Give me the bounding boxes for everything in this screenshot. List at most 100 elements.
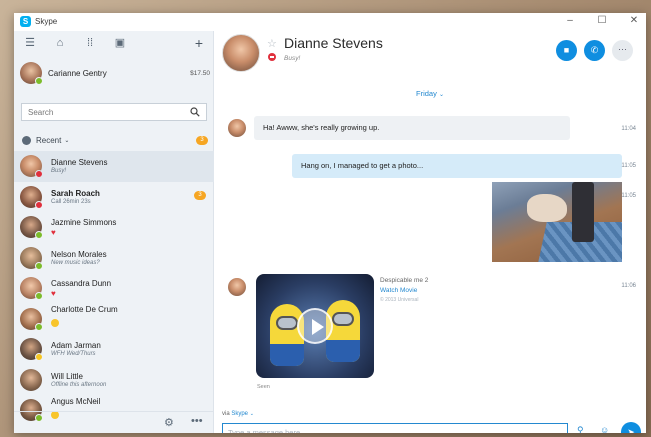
close-button[interactable]: ✕ <box>628 15 640 26</box>
chevron-down-icon: ⌄ <box>64 137 70 144</box>
via-service-name: Skype <box>231 411 249 417</box>
contact-name: Will Little <box>51 371 84 381</box>
via-service[interactable]: via Skype ⌄ <box>222 411 254 417</box>
day-separator[interactable]: Friday ⌄ <box>214 89 646 98</box>
contact-name: Adam Jarman <box>51 341 101 351</box>
app-brand: S Skype <box>20 16 57 27</box>
home-icon[interactable]: ⌂ <box>53 36 67 50</box>
contact-avatar-large[interactable] <box>222 34 260 72</box>
busy-status-icon <box>268 53 276 61</box>
search-icon[interactable] <box>190 107 200 117</box>
attach-icon[interactable]: ⚲ <box>577 425 584 433</box>
video-meta: © 2013 Universal <box>380 297 419 303</box>
conversation-title: Dianne Stevens <box>284 35 383 51</box>
conversation-status: Busy! <box>284 55 301 62</box>
contact-avatar <box>20 246 43 270</box>
contact-item[interactable]: Charlotte De Crum <box>14 304 214 335</box>
video-title: Despicable me 2 <box>380 277 429 284</box>
recent-unread-badge: 3 <box>196 135 208 145</box>
day-label: Friday <box>416 89 437 98</box>
search-input[interactable] <box>28 107 190 117</box>
message-text: Ha! Awww, she's really growing up. <box>263 123 380 132</box>
settings-gear-icon[interactable]: ⚙ <box>164 416 174 429</box>
photo-person-legs <box>572 182 594 242</box>
contact-item[interactable]: Jazmine Simmons ♥ <box>14 212 214 243</box>
online-status-icon <box>35 292 43 301</box>
contact-item[interactable]: Sarah Roach Call 26min 23s 3 <box>14 182 214 213</box>
contact-mood: New music ideas? <box>51 259 100 266</box>
maximize-button[interactable]: ☐ <box>596 15 608 26</box>
chevron-down-icon: ⌄ <box>249 411 254 417</box>
window-controls: – ☐ ✕ <box>564 15 640 26</box>
contact-list: Dianne Stevens Busy! Sarah Roach Call 26… <box>14 151 214 426</box>
message-time: 11:06 <box>621 283 636 289</box>
via-prefix: via <box>222 411 230 417</box>
contact-name: Nelson Morales <box>51 249 107 259</box>
skype-logo-icon: S <box>20 16 31 27</box>
contact-mood: Busy! <box>51 168 67 175</box>
more-options-icon[interactable]: ••• <box>191 415 203 427</box>
busy-status-icon <box>35 170 43 179</box>
contact-name: Jazmine Simmons <box>51 217 117 227</box>
contact-name: Charlotte De Crum <box>51 305 118 315</box>
contact-item[interactable]: Cassandra Dunn ♥ <box>14 273 214 304</box>
contact-avatar <box>20 185 43 209</box>
skype-window: S Skype – ☐ ✕ ☰ ⌂ ⁞⁞ ▣ + Carianne Gentry… <box>14 13 646 433</box>
sidebar: ☰ ⌂ ⁞⁞ ▣ + Carianne Gentry $17.50 Recent… <box>14 31 214 433</box>
conversation-pane: ☆ Dianne Stevens Busy! ■ ✆ ··· Friday ⌄ … <box>214 31 646 433</box>
play-icon[interactable] <box>297 308 333 344</box>
compose-box[interactable] <box>222 423 568 433</box>
seen-indicator: Seen <box>257 384 270 390</box>
audio-call-button[interactable]: ✆ <box>584 40 605 61</box>
title-bar: S Skype – ☐ ✕ <box>14 13 646 31</box>
watch-movie-link[interactable]: Watch Movie <box>380 287 417 294</box>
online-status-icon <box>35 322 43 331</box>
contact-avatar <box>20 155 43 179</box>
search-box[interactable] <box>21 103 207 121</box>
contact-item[interactable]: Will Little Offline this afternoon <box>14 365 214 396</box>
sender-avatar <box>228 119 246 137</box>
contact-avatar <box>20 368 42 391</box>
contact-avatar <box>20 277 43 301</box>
more-actions-button[interactable]: ··· <box>612 40 633 61</box>
photo-baby <box>527 194 567 222</box>
clock-icon <box>22 135 31 145</box>
minimize-button[interactable]: – <box>564 15 576 26</box>
outgoing-message[interactable]: Hang on, I managed to get a photo... <box>292 154 622 178</box>
contact-item[interactable]: Dianne Stevens Busy! <box>14 151 214 182</box>
message-input[interactable] <box>228 427 562 433</box>
message-time: 11:05 <box>621 193 636 199</box>
contacts-book-icon[interactable]: ▣ <box>113 36 127 50</box>
contact-item[interactable]: Nelson Morales New music ideas? <box>14 243 214 274</box>
dialpad-icon[interactable]: ⁞⁞ <box>83 36 97 50</box>
video-call-button[interactable]: ■ <box>556 40 577 61</box>
contact-avatar <box>20 216 43 240</box>
add-icon[interactable]: + <box>192 36 206 50</box>
online-status-icon <box>35 261 43 270</box>
contact-item[interactable]: Adam Jarman WFH Wed/Thurs <box>14 334 214 365</box>
contact-mood: WFH Wed/Thurs <box>51 351 96 358</box>
online-status-icon <box>35 231 43 240</box>
recent-label: Recent <box>36 135 62 145</box>
incoming-message[interactable]: Ha! Awww, she's really growing up. <box>254 116 570 140</box>
contact-mood: Offline this afternoon <box>51 381 107 388</box>
my-profile[interactable]: Carianne Gentry $17.50 <box>20 61 210 85</box>
contact-name: Dianne Stevens <box>51 158 108 168</box>
contact-avatar <box>20 338 43 362</box>
contact-call-duration: Call 26min 23s <box>51 198 91 205</box>
sidebar-toolbar: ☰ ⌂ ⁞⁞ ▣ + <box>14 31 214 57</box>
heart-emoticon-icon: ♥ <box>51 288 56 298</box>
recent-filter[interactable]: Recent ⌄ 3 <box>22 133 208 147</box>
my-avatar <box>20 62 43 85</box>
busy-status-icon <box>35 200 43 209</box>
my-name: Carianne Gentry <box>48 68 107 78</box>
favorite-star-icon[interactable]: ☆ <box>267 37 277 50</box>
contact-name: Angus McNeil <box>51 396 101 406</box>
emoticon-icon[interactable]: ☺ <box>600 425 609 433</box>
send-button[interactable]: ➤ <box>621 422 641 433</box>
away-status-icon <box>35 353 43 362</box>
shared-photo[interactable] <box>492 182 622 262</box>
unread-badge: 3 <box>194 190 206 200</box>
hamburger-menu-icon[interactable]: ☰ <box>23 36 37 50</box>
shared-video-thumbnail[interactable] <box>256 274 374 378</box>
